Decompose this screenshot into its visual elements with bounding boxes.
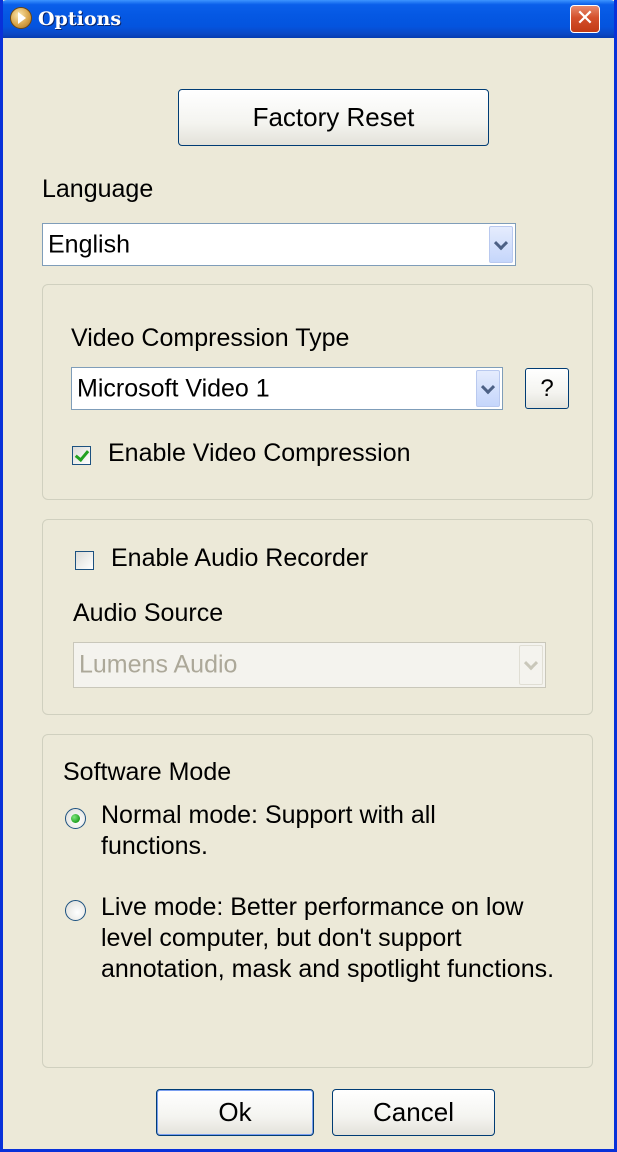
audio-source-label: Audio Source [73, 599, 224, 627]
audio-source-selected-value: Lumens Audio [79, 650, 238, 679]
enable-video-compression-checkbox[interactable] [72, 446, 91, 465]
chevron-down-icon [519, 645, 543, 685]
language-select[interactable]: English [42, 223, 516, 266]
video-compression-selected-value: Microsoft Video 1 [77, 374, 270, 402]
chevron-down-icon[interactable] [476, 370, 500, 407]
options-dialog: Options ✕ Factory Reset Language English… [0, 0, 617, 1152]
factory-reset-button[interactable]: Factory Reset [178, 89, 489, 146]
cancel-button[interactable]: Cancel [332, 1089, 495, 1136]
enable-audio-recorder-label: Enable Audio Recorder [111, 544, 369, 572]
video-compression-type-label: Video Compression Type [71, 324, 350, 352]
enable-audio-recorder-checkbox[interactable] [75, 551, 94, 570]
language-label: Language [42, 175, 154, 203]
normal-mode-label: Normal mode: Support with all functions. [101, 801, 436, 860]
enable-video-compression-label: Enable Video Compression [108, 439, 411, 467]
app-play-icon [10, 7, 32, 29]
close-icon: ✕ [575, 6, 595, 31]
language-selected-value: English [48, 230, 130, 258]
chevron-down-icon[interactable] [489, 226, 513, 263]
live-mode-label: Live mode: Better performance on low lev… [101, 893, 555, 983]
software-mode-label: Software Mode [63, 758, 232, 786]
ok-button[interactable]: Ok [156, 1089, 314, 1136]
live-mode-radio[interactable] [65, 900, 86, 921]
window-title: Options [38, 8, 122, 30]
compression-help-button[interactable]: ? [525, 368, 569, 409]
audio-source-select: Lumens Audio [73, 642, 546, 688]
video-compression-select[interactable]: Microsoft Video 1 [71, 367, 503, 410]
normal-mode-radio[interactable] [65, 808, 86, 829]
close-button[interactable]: ✕ [570, 5, 600, 33]
title-bar[interactable]: Options ✕ [3, 0, 614, 38]
